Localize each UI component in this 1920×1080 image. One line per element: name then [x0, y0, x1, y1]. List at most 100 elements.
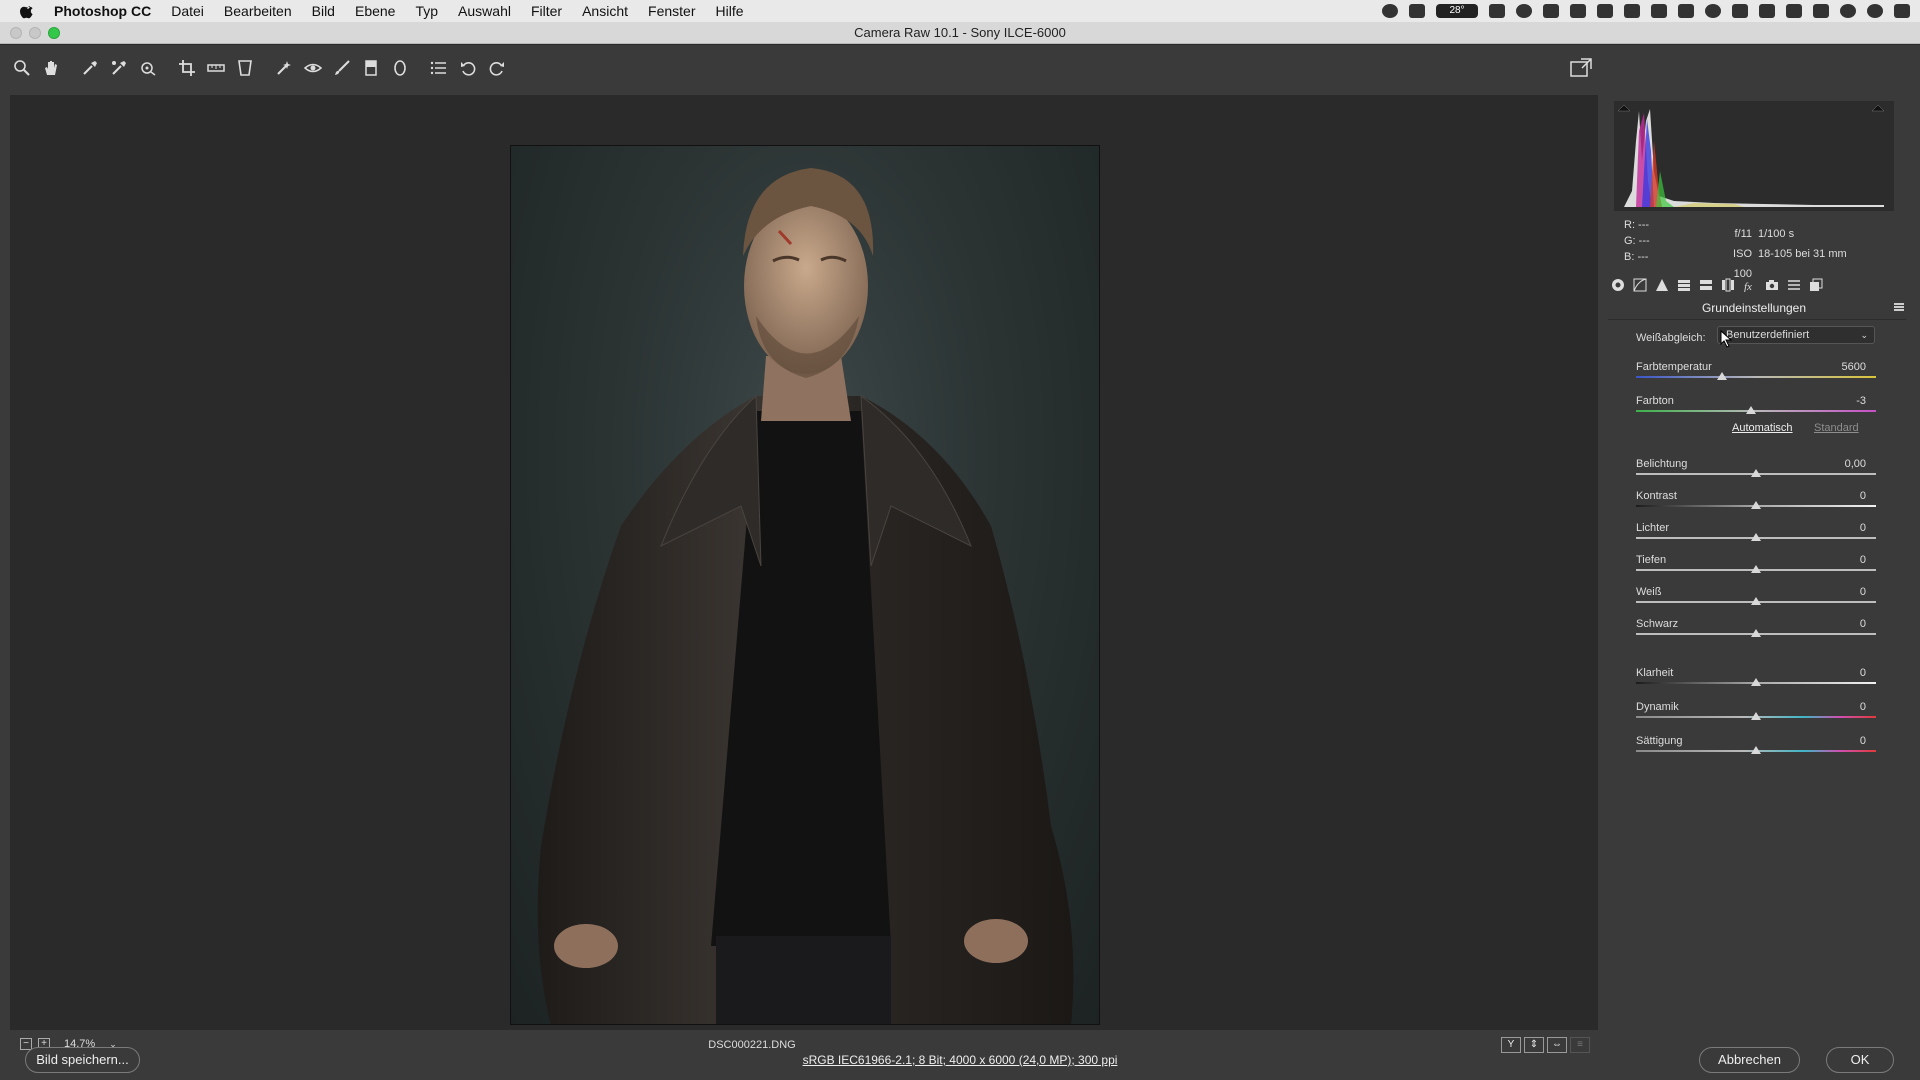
- white-balance-tool[interactable]: [78, 56, 102, 80]
- preview-canvas[interactable]: [10, 95, 1598, 1030]
- before-after-toggle-button[interactable]: Y: [1501, 1037, 1521, 1053]
- app-status-icon[interactable]: [1409, 4, 1425, 18]
- adjustment-brush-tool[interactable]: [330, 56, 354, 80]
- fullscreen-toggle-icon[interactable]: [1570, 58, 1592, 78]
- slider-thumb[interactable]: [1751, 469, 1761, 477]
- preferences-tool[interactable]: [427, 56, 451, 80]
- tab-hsl[interactable]: [1676, 277, 1692, 293]
- slider-thumb[interactable]: [1751, 746, 1761, 754]
- dropbox-icon[interactable]: [1570, 4, 1586, 18]
- zoom-window-button[interactable]: [48, 27, 60, 39]
- sync-icon[interactable]: [1705, 4, 1721, 18]
- radial-filter-tool[interactable]: [388, 56, 412, 80]
- airplay-icon[interactable]: [1786, 4, 1802, 18]
- close-window-button[interactable]: [10, 27, 22, 39]
- bluetooth-icon[interactable]: [1732, 4, 1748, 18]
- slider-value[interactable]: 0: [1860, 554, 1866, 566]
- siri-icon[interactable]: [1867, 4, 1883, 18]
- notification-center-icon[interactable]: [1894, 4, 1910, 18]
- slider-value[interactable]: -3: [1856, 395, 1866, 407]
- straighten-tool[interactable]: [204, 56, 228, 80]
- menu-bild[interactable]: Bild: [312, 3, 335, 19]
- spot-removal-tool[interactable]: [272, 56, 296, 80]
- slider-thumb[interactable]: [1746, 406, 1757, 414]
- menu-datei[interactable]: Datei: [171, 3, 204, 19]
- split-toning-icon: [1700, 280, 1712, 290]
- minimize-window-button[interactable]: [29, 27, 41, 39]
- swap-settings-button[interactable]: ⇕: [1524, 1037, 1544, 1053]
- slider-value[interactable]: 0: [1860, 490, 1866, 502]
- menu-auswahl[interactable]: Auswahl: [458, 3, 511, 19]
- toggle-settings-button[interactable]: ≡: [1570, 1037, 1590, 1053]
- rotate-right-tool[interactable]: [485, 56, 509, 80]
- tab-tone-curve[interactable]: [1632, 277, 1648, 293]
- graduated-filter-tool[interactable]: [359, 56, 383, 80]
- slider-value[interactable]: 0: [1860, 735, 1866, 747]
- cancel-button[interactable]: Abbrechen: [1699, 1047, 1800, 1073]
- slider-thumb[interactable]: [1751, 501, 1761, 509]
- transform-tool[interactable]: [233, 56, 257, 80]
- wifi-icon[interactable]: [1759, 4, 1775, 18]
- record-icon[interactable]: [1382, 4, 1398, 18]
- tab-camera-calibration[interactable]: [1764, 277, 1780, 293]
- crop-tool[interactable]: [175, 56, 199, 80]
- copy-settings-button[interactable]: ⇔: [1547, 1037, 1567, 1053]
- slider-value[interactable]: 0,00: [1845, 458, 1866, 470]
- slider-thumb[interactable]: [1751, 533, 1761, 541]
- slider-thumb[interactable]: [1751, 712, 1761, 720]
- display-icon[interactable]: [1651, 4, 1667, 18]
- white-balance-select[interactable]: Benutzerdefiniert ⌄: [1717, 326, 1875, 344]
- slider-thumb[interactable]: [1751, 565, 1761, 573]
- menu-hilfe[interactable]: Hilfe: [715, 3, 743, 19]
- slider-thumb[interactable]: [1751, 597, 1761, 605]
- tab-effects[interactable]: fx: [1742, 277, 1758, 293]
- monitor-icon[interactable]: [1489, 4, 1505, 18]
- creative-cloud-icon[interactable]: [1516, 4, 1532, 18]
- menu-bearbeiten[interactable]: Bearbeiten: [224, 3, 292, 19]
- slider-thumb[interactable]: [1751, 629, 1761, 637]
- workflow-options-link[interactable]: sRGB IEC61966-2.1; 8 Bit; 4000 x 6000 (2…: [0, 1053, 1920, 1067]
- color-sampler-tool[interactable]: [107, 56, 131, 80]
- slider-value[interactable]: 5600: [1842, 361, 1866, 373]
- menu-ebene[interactable]: Ebene: [355, 3, 395, 19]
- menu-typ[interactable]: Typ: [415, 3, 438, 19]
- tab-split-toning[interactable]: [1698, 277, 1714, 293]
- slider-value[interactable]: 0: [1860, 522, 1866, 534]
- tab-detail[interactable]: [1654, 277, 1670, 293]
- apple-logo-icon[interactable]: [18, 3, 36, 19]
- keyboard-icon[interactable]: [1678, 4, 1694, 18]
- menu-ansicht[interactable]: Ansicht: [582, 3, 628, 19]
- script-icon[interactable]: [1543, 4, 1559, 18]
- slider-value[interactable]: 0: [1860, 667, 1866, 679]
- slider-value[interactable]: 0: [1860, 586, 1866, 598]
- messages-icon[interactable]: [1624, 4, 1640, 18]
- menu-fenster[interactable]: Fenster: [648, 3, 695, 19]
- menu-app-photoshop[interactable]: Photoshop CC: [54, 3, 151, 19]
- slider-value[interactable]: 0: [1860, 618, 1866, 630]
- zoom-tool[interactable]: [10, 56, 34, 80]
- panel-menu-icon[interactable]: [1894, 303, 1904, 311]
- tab-presets[interactable]: [1786, 277, 1802, 293]
- photo-preview[interactable]: [510, 145, 1100, 1025]
- standard-link[interactable]: Standard: [1814, 422, 1859, 434]
- slider-thumb[interactable]: [1717, 372, 1728, 380]
- spotlight-search-icon[interactable]: [1840, 4, 1856, 18]
- hand-tool[interactable]: [39, 56, 63, 80]
- slider-value[interactable]: 0: [1860, 701, 1866, 713]
- menu-filter[interactable]: Filter: [531, 3, 562, 19]
- evernote-icon[interactable]: [1597, 4, 1613, 18]
- red-eye-tool[interactable]: [301, 56, 325, 80]
- tab-basic[interactable]: [1610, 277, 1626, 293]
- tab-snapshots[interactable]: [1808, 277, 1824, 293]
- slider-track[interactable]: [1636, 376, 1876, 378]
- battery-icon[interactable]: [1813, 4, 1829, 18]
- temperature-badge[interactable]: 28°: [1436, 4, 1478, 18]
- slider-thumb[interactable]: [1751, 678, 1761, 686]
- rotate-left-icon: [461, 62, 476, 76]
- adjustment-brush-icon: [335, 60, 350, 75]
- rotate-left-tool[interactable]: [456, 56, 480, 80]
- auto-link[interactable]: Automatisch: [1732, 422, 1793, 434]
- ok-button[interactable]: OK: [1826, 1047, 1894, 1073]
- targeted-adjustment-tool[interactable]: [136, 56, 160, 80]
- tab-lens-corrections[interactable]: [1720, 277, 1736, 293]
